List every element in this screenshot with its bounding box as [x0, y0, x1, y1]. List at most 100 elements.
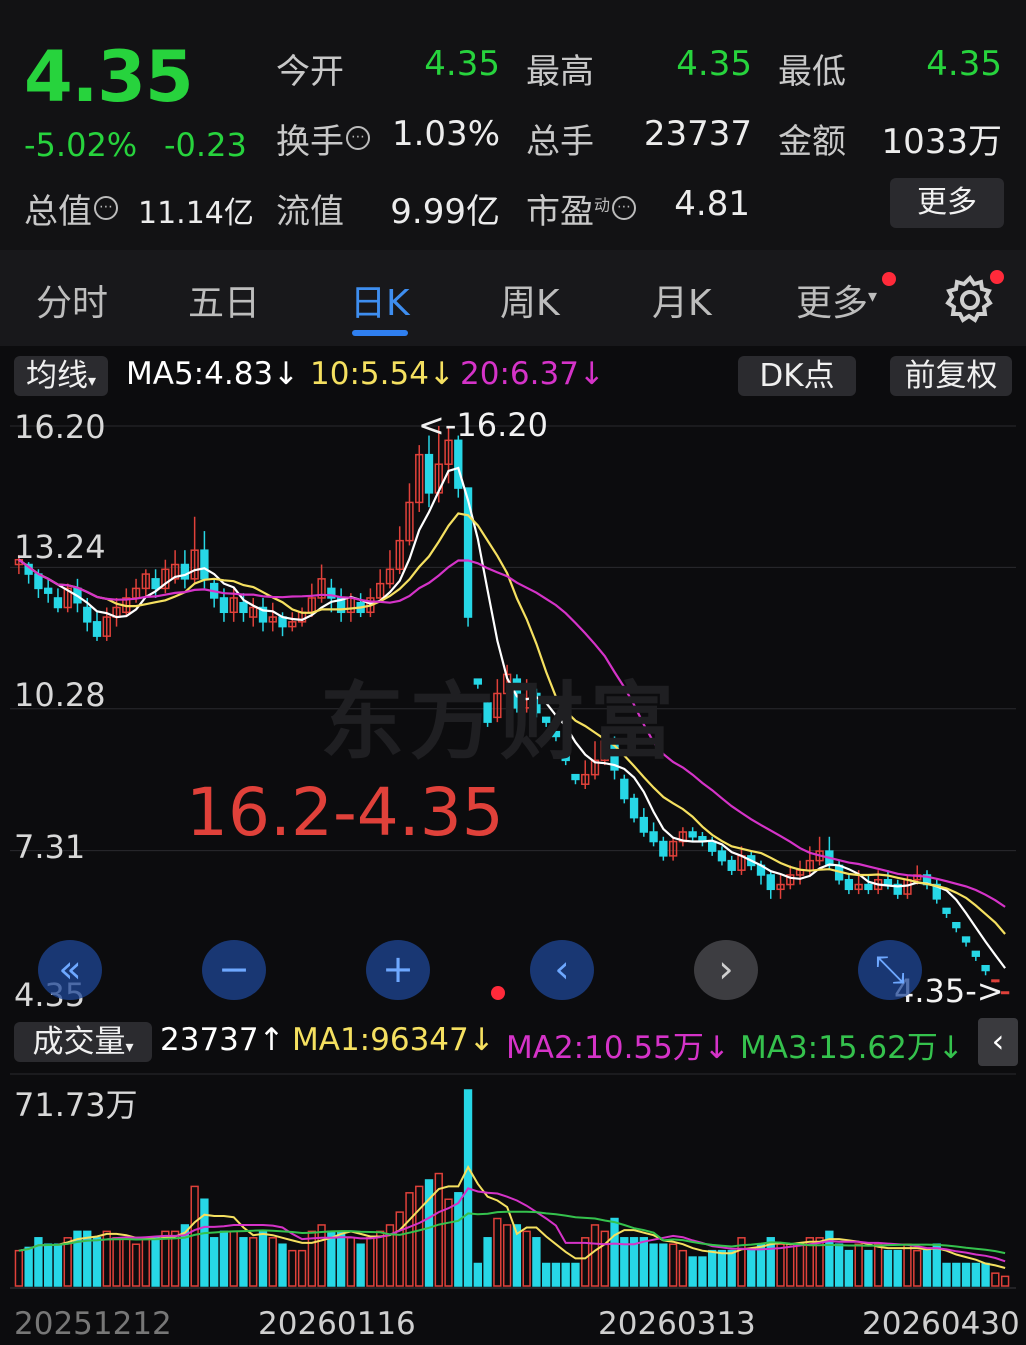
volume-bar: [522, 1230, 531, 1287]
high-label: 最高: [526, 52, 594, 92]
fullscreen-button[interactable]: ⤡: [858, 940, 922, 1000]
volume-bar: [756, 1243, 766, 1287]
volume-bars: [14, 1089, 1010, 1287]
candle-body: [688, 831, 697, 838]
pan-right-button[interactable]: ›: [694, 940, 758, 1000]
adjust-mode-button[interactable]: 前复权: [890, 356, 1012, 396]
tab-five-day[interactable]: 五日: [188, 274, 260, 326]
zoom-out-button[interactable]: −: [202, 940, 266, 1000]
candle-body: [424, 453, 434, 494]
market-cap-label[interactable]: 总值 ⋯: [24, 184, 118, 233]
volume-bar: [483, 1237, 492, 1287]
volume-bar: [981, 1262, 990, 1287]
collapse-panel-button[interactable]: ‹: [978, 1018, 1018, 1066]
candle-body: [180, 563, 190, 580]
date-label: 20260313: [598, 1306, 756, 1342]
volume-bar: [649, 1243, 658, 1287]
volume-bar: [44, 1243, 53, 1287]
volume-bar: [795, 1243, 805, 1287]
volume-ma3-text: MA3:15.62万: [740, 1030, 938, 1066]
date-label: 20260430: [862, 1306, 1020, 1342]
volume-bar: [151, 1237, 160, 1287]
volume-bar: [112, 1237, 121, 1287]
volume-bar: [883, 1249, 893, 1287]
volume-bar: [415, 1185, 424, 1287]
info-icon[interactable]: ⋯: [612, 195, 637, 220]
volume-bar: [239, 1237, 248, 1287]
volume-bar: [786, 1243, 795, 1287]
volume-bar: [991, 1272, 1000, 1287]
volume-selector[interactable]: 成交量▾: [14, 1022, 152, 1062]
volume-bar: [258, 1230, 268, 1287]
volume-bar: [834, 1243, 844, 1287]
pe-label-text: 市盈: [526, 192, 594, 232]
volume-value: 23737↑: [160, 1022, 285, 1058]
volume-label: 总手: [526, 122, 594, 162]
active-tab-indicator: [352, 330, 408, 336]
price-axis-label: 10.28: [14, 676, 106, 714]
position-dot: [491, 986, 505, 1000]
volume-bar: [971, 1262, 980, 1287]
candle-body: [44, 587, 53, 594]
pe-dynamic-mark: 动: [594, 195, 611, 215]
volume-value: 23737: [643, 114, 752, 154]
range-annotation: 16.2-4.35: [186, 774, 504, 851]
gear-icon[interactable]: [944, 272, 996, 324]
fast-rewind-button[interactable]: «: [38, 940, 102, 1000]
zoom-in-button[interactable]: +: [366, 940, 430, 1000]
candle-body: [659, 840, 668, 857]
date-label: 20251212: [14, 1306, 172, 1342]
tab-weekly-k[interactable]: 周K: [500, 274, 560, 326]
volume-bar: [493, 1217, 502, 1287]
down-arrow-icon: ↓: [468, 1022, 495, 1058]
volume-bar: [297, 1249, 307, 1287]
tab-intraday[interactable]: 分时: [36, 274, 108, 326]
notification-dot: [882, 272, 896, 286]
volume-chart[interactable]: [0, 1070, 1026, 1300]
ma-selector[interactable]: 均线▾: [14, 356, 108, 396]
float-cap-value: 9.99亿: [390, 192, 500, 232]
amount-value: 1033万: [881, 122, 1002, 162]
volume-bar: [327, 1230, 336, 1287]
candle-body: [620, 778, 629, 800]
volume-ma-lines: [18, 1165, 1006, 1269]
volume-bar: [336, 1230, 346, 1287]
dk-point-button[interactable]: DK点: [738, 356, 856, 396]
pan-left-button[interactable]: ‹: [530, 940, 594, 1000]
info-icon[interactable]: ⋯: [94, 195, 118, 220]
candle-body: [727, 859, 736, 871]
more-button[interactable]: 更多: [890, 178, 1004, 228]
pe-label[interactable]: 市盈动 ⋯: [526, 184, 637, 233]
volume-bar: [122, 1237, 131, 1287]
down-arrow-icon: ↓: [273, 356, 300, 392]
volume-value-text: 23737: [160, 1022, 259, 1058]
volume-bar: [903, 1243, 912, 1287]
volume-bar: [659, 1243, 668, 1287]
chevron-down-icon: ▾: [868, 286, 878, 307]
candle-body: [708, 840, 717, 852]
info-icon[interactable]: ⋯: [346, 125, 370, 150]
candle-body: [219, 597, 229, 614]
volume-bar: [942, 1262, 951, 1287]
volume-bar: [844, 1249, 854, 1287]
ma20-text: 20:6.37: [460, 356, 579, 392]
volume-ma2: MA2:10.55万↓: [506, 1022, 730, 1067]
tab-more[interactable]: 更多▾: [796, 274, 877, 326]
change-percent: -5.02%: [24, 126, 138, 164]
volume-bar: [14, 1249, 24, 1287]
volume-bar: [249, 1237, 258, 1287]
volume-bar: [542, 1262, 551, 1287]
volume-bar: [395, 1211, 404, 1287]
volume-bar: [278, 1243, 287, 1287]
tab-monthly-k[interactable]: 月K: [652, 274, 712, 326]
open-value: 4.35: [424, 44, 500, 84]
volume-bar: [532, 1237, 541, 1287]
down-arrow-icon: ↓: [428, 356, 455, 392]
volume-ma2-line: [18, 1187, 1006, 1263]
volume-ma2-text: MA2:10.55万: [506, 1030, 704, 1066]
chevron-down-icon: ▾: [125, 1037, 134, 1056]
down-arrow-icon: ↓: [937, 1030, 964, 1066]
tab-daily-k[interactable]: 日K: [350, 274, 410, 326]
high-value: 4.35: [676, 44, 752, 84]
turnover-label[interactable]: 换手 ⋯: [276, 114, 370, 163]
